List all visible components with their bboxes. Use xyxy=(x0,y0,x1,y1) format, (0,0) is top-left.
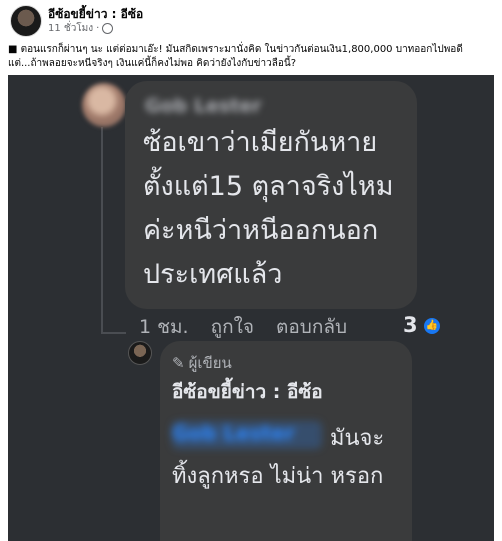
author-badge-label: ผู้เขียน xyxy=(188,354,232,372)
comment-actions: 1 ชม. ถูกใจ ตอบกลับ xyxy=(139,313,347,341)
author-avatar[interactable] xyxy=(10,5,42,37)
like-button: ถูกใจ xyxy=(210,316,255,338)
author-badge: ✎ ผู้เขียน xyxy=(172,351,232,375)
reply-author-avatar xyxy=(128,341,152,365)
comment-bubble: Gob Lester ซ้อเขาว่าเมียกันหาย ตั้งแต่15… xyxy=(125,81,417,309)
post-meta: 11 ชั่วโมง · xyxy=(48,21,114,36)
thread-line xyxy=(101,332,126,334)
post-text-line: แต่...ถ้าพลอยจะหนีจริงๆ เงินแค่นี้ก็คงไม… xyxy=(8,58,296,69)
reaction-count: 3 xyxy=(403,313,418,337)
reply-text: มันจะ xyxy=(330,426,385,451)
pencil-icon: ✎ xyxy=(172,354,185,372)
reply-bubble: ✎ ผู้เขียน อีซ้อขยี้ข่าว : อีซ้อ Gob Les… xyxy=(160,341,412,541)
commenter-avatar xyxy=(82,83,126,127)
comment-time: 1 ชม. xyxy=(139,316,189,338)
reply-text: ทิ้งลูกหรอ ไม่น่า หรอก xyxy=(172,464,384,489)
post-time[interactable]: 11 ชั่วโมง xyxy=(48,21,93,36)
post-header: อีซ้อขยี้ข่าว : อีซ้อ 11 ชั่วโมง · xyxy=(0,0,502,38)
reply-author-name: อีซ้อขยี้ข่าว : อีซ้อ xyxy=(172,381,323,403)
commenter-name-blurred: Gob Lester xyxy=(145,95,262,117)
post-photo[interactable]: Gob Lester ซ้อเขาว่าเมียกันหาย ตั้งแต่15… xyxy=(8,75,494,541)
post-text-line: ■ ตอนแรกก็ผ่านๆ นะ แต่ต่อมาเอ๊ะ! มันสกิด… xyxy=(8,44,463,55)
globe-icon xyxy=(102,23,114,34)
reply-button: ตอบกลับ xyxy=(276,316,348,338)
thread-line xyxy=(101,127,103,332)
mention-blurred: Gob Lester xyxy=(172,421,322,449)
comment-text: ซ้อเขาว่าเมียกันหาย ตั้งแต่15 ตุลาจริงไห… xyxy=(143,127,394,290)
like-icon: 👍 xyxy=(424,318,440,334)
post-text: ■ ตอนแรกก็ผ่านๆ นะ แต่ต่อมาเอ๊ะ! มันสกิด… xyxy=(8,43,496,71)
